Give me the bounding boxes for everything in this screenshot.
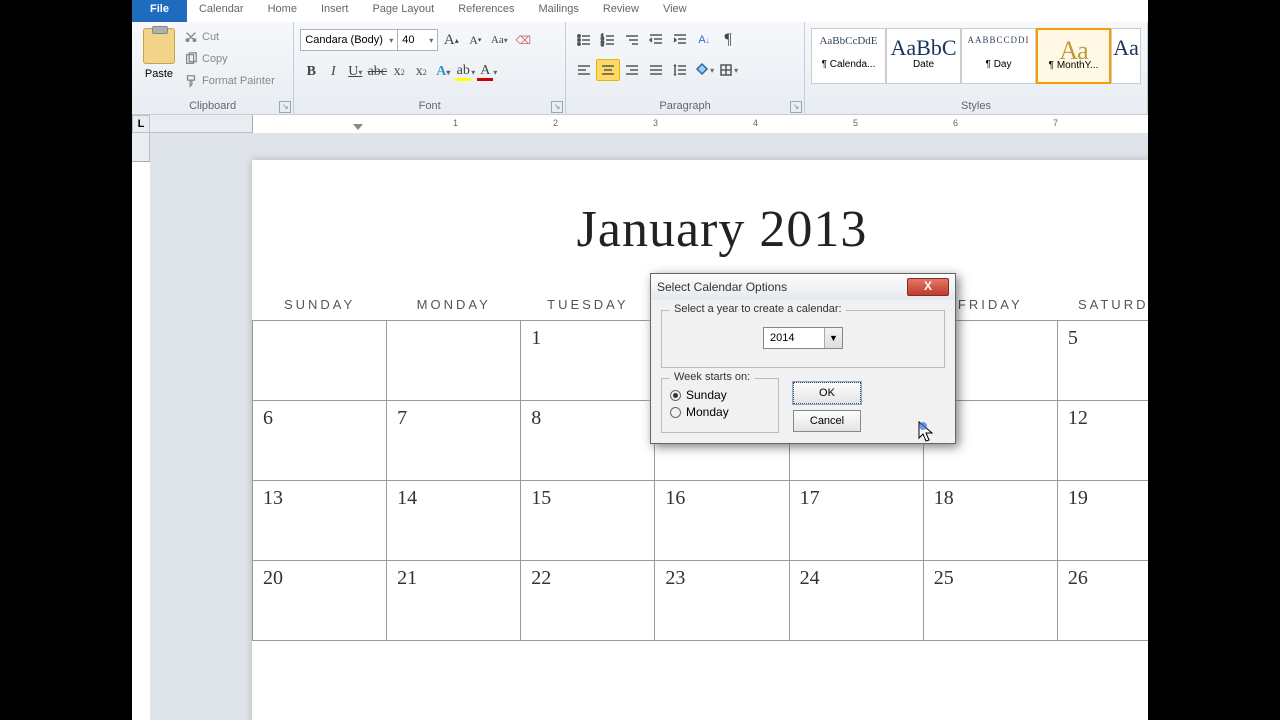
- year-fieldset: Select a year to create a calendar: 2014…: [661, 310, 945, 368]
- cancel-button[interactable]: Cancel: [793, 410, 861, 432]
- calendar-title: January 2013: [252, 200, 1148, 259]
- subscript-button[interactable]: x2: [388, 61, 410, 83]
- group-paragraph: 123 A↓ ¶ ▾ ▾ Paragraph ↘: [566, 22, 805, 114]
- tab-selector[interactable]: L: [132, 115, 150, 133]
- group-clipboard: Paste Cut Copy Format Painter Clipboard …: [132, 22, 294, 114]
- paste-label: Paste: [138, 68, 180, 80]
- group-label-font: Font: [294, 98, 565, 114]
- font-name-combo[interactable]: Candara (Body)▾: [300, 29, 398, 51]
- style-monthy[interactable]: Aa¶ MonthY...: [1036, 28, 1111, 84]
- bold-button[interactable]: B: [300, 61, 322, 83]
- ribbon-tab-strip: File Calendar Home Insert Page Layout Re…: [132, 0, 1148, 22]
- week-legend: Week starts on:: [670, 371, 754, 383]
- style-calendar[interactable]: AaBbCcDdE¶ Calenda...: [811, 28, 886, 84]
- font-size-combo[interactable]: 40▾: [398, 29, 438, 51]
- radio-monday[interactable]: Monday: [670, 405, 770, 419]
- shrink-font-button[interactable]: A▾: [464, 29, 486, 51]
- indent-marker-icon[interactable]: [353, 124, 363, 130]
- radio-icon: [670, 407, 681, 418]
- clipboard-launcher-icon[interactable]: ↘: [279, 101, 291, 113]
- text-effects-button[interactable]: A▾: [432, 61, 454, 83]
- calendar-options-dialog: Select Calendar Options X Select a year …: [650, 273, 956, 444]
- cut-button[interactable]: Cut: [184, 26, 275, 48]
- group-styles: AaBbCcDdE¶ Calenda... AaBbCDate AABBCCDD…: [805, 22, 1148, 114]
- format-painter-button[interactable]: Format Painter: [184, 70, 275, 92]
- style-day[interactable]: AABBCCDDI¶ Day: [961, 28, 1036, 84]
- tab-insert[interactable]: Insert: [309, 0, 361, 22]
- increase-indent-button[interactable]: [668, 29, 692, 51]
- dialog-title: Select Calendar Options: [657, 280, 787, 294]
- italic-button[interactable]: I: [322, 61, 344, 83]
- radio-icon: [670, 390, 681, 401]
- scissors-icon: [184, 30, 198, 44]
- grow-font-button[interactable]: A▴: [440, 29, 462, 51]
- close-button[interactable]: X: [907, 278, 949, 296]
- numbering-button[interactable]: 123: [596, 29, 620, 51]
- year-legend: Select a year to create a calendar:: [670, 303, 846, 315]
- paste-icon: [143, 28, 175, 64]
- align-right-button[interactable]: [620, 59, 644, 81]
- chevron-down-icon: ▼: [824, 328, 842, 348]
- strikethrough-button[interactable]: abc: [366, 61, 388, 83]
- horizontal-ruler[interactable]: L 1 2 3 4 5 6 7: [132, 115, 1148, 133]
- ok-button[interactable]: OK: [793, 382, 861, 404]
- document-area: L 1 2 3 4 5 6 7 January 2013 SUNDAY MOND…: [132, 115, 1148, 720]
- copy-icon: [184, 52, 198, 66]
- radio-sunday[interactable]: Sunday: [670, 388, 770, 402]
- tab-review[interactable]: Review: [591, 0, 651, 22]
- calendar-row: 13141516171819: [253, 481, 1149, 561]
- tab-page-layout[interactable]: Page Layout: [360, 0, 446, 22]
- change-case-button[interactable]: Aa▾: [488, 29, 510, 51]
- ribbon: Paste Cut Copy Format Painter Clipboard …: [132, 22, 1148, 115]
- tab-calendar[interactable]: Calendar: [187, 0, 256, 22]
- group-label-styles: Styles: [805, 98, 1147, 114]
- clear-formatting-button[interactable]: ⌫: [512, 29, 534, 51]
- tab-references[interactable]: References: [446, 0, 526, 22]
- bullets-button[interactable]: [572, 29, 596, 51]
- tab-file[interactable]: File: [132, 0, 187, 22]
- vertical-ruler[interactable]: [132, 133, 150, 720]
- superscript-button[interactable]: x2: [410, 61, 432, 83]
- font-color-button[interactable]: A▾: [476, 61, 498, 83]
- dialog-titlebar[interactable]: Select Calendar Options X: [651, 274, 955, 300]
- paragraph-launcher-icon[interactable]: ↘: [790, 101, 802, 113]
- mouse-cursor-icon: [917, 420, 937, 447]
- line-spacing-button[interactable]: [668, 59, 692, 81]
- underline-button[interactable]: U▾: [344, 61, 366, 83]
- font-launcher-icon[interactable]: ↘: [551, 101, 563, 113]
- tab-mailings[interactable]: Mailings: [527, 0, 591, 22]
- decrease-indent-button[interactable]: [644, 29, 668, 51]
- borders-button[interactable]: ▾: [716, 59, 740, 81]
- align-left-button[interactable]: [572, 59, 596, 81]
- shading-button[interactable]: ▾: [692, 59, 716, 81]
- year-combo[interactable]: 2014 ▼: [763, 327, 843, 349]
- style-date[interactable]: AaBbCDate: [886, 28, 961, 84]
- word-window: File Calendar Home Insert Page Layout Re…: [132, 0, 1148, 720]
- style-more[interactable]: Aa: [1111, 28, 1141, 84]
- group-label-paragraph: Paragraph: [566, 98, 804, 114]
- tab-home[interactable]: Home: [256, 0, 309, 22]
- calendar-row: 20212223242526: [253, 561, 1149, 641]
- highlight-button[interactable]: ab▾: [454, 61, 476, 83]
- brush-icon: [184, 74, 198, 88]
- sort-button[interactable]: A↓: [692, 29, 716, 51]
- multilevel-list-button[interactable]: [620, 29, 644, 51]
- week-starts-fieldset: Week starts on: Sunday Monday: [661, 378, 779, 433]
- chevron-down-icon: ▾: [429, 36, 433, 45]
- group-font: Candara (Body)▾ 40▾ A▴ A▾ Aa▾ ⌫ B I U▾ a…: [294, 22, 566, 114]
- justify-button[interactable]: [644, 59, 668, 81]
- show-marks-button[interactable]: ¶: [716, 29, 740, 51]
- copy-button[interactable]: Copy: [184, 48, 275, 70]
- tab-view[interactable]: View: [651, 0, 699, 22]
- chevron-down-icon: ▾: [389, 36, 393, 45]
- svg-text:3: 3: [601, 42, 604, 48]
- align-center-button[interactable]: [596, 59, 620, 81]
- paste-button[interactable]: Paste: [138, 24, 180, 98]
- group-label-clipboard: Clipboard: [132, 98, 293, 114]
